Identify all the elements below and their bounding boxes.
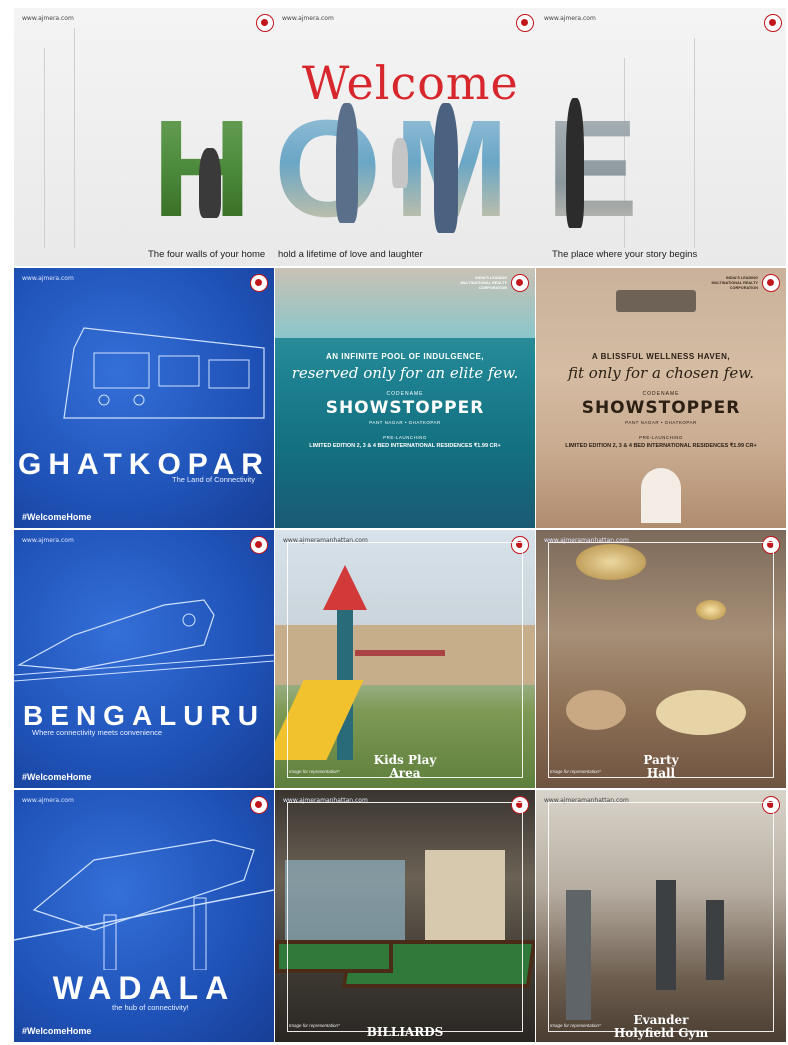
- wadala-tile: www.ajmera.com WADALA the hub of connect…: [14, 790, 274, 1042]
- corporate-tagline: INDIA'S LEADING MULTINATIONAL REALTY COR…: [711, 276, 758, 290]
- hashtag-label: #WelcomeHome: [22, 512, 92, 522]
- codename-label: CODENAME: [386, 391, 424, 397]
- woman-stretching-figure: [199, 148, 221, 218]
- monorail-sketch-icon: [14, 839, 274, 970]
- ajmera-logo-icon: [256, 14, 274, 32]
- promo-script-line: fit only for a chosen few.: [567, 364, 755, 382]
- hashtag-label: #WelcomeHome: [22, 1026, 92, 1036]
- representation-note: Image for representation*: [550, 1023, 601, 1028]
- caption-middle: hold a lifetime of love and laughter: [278, 249, 423, 260]
- city-subtitle: The Land of Connectivity: [172, 475, 255, 484]
- photo-frame: [548, 542, 774, 778]
- representation-note: Image for representation*: [289, 769, 340, 774]
- hashtag-label: #WelcomeHome: [22, 772, 92, 782]
- ajmera-logo-icon: [250, 796, 268, 814]
- representation-note: Image for representation*: [289, 1023, 340, 1028]
- corporate-tagline: INDIA'S LEADING MULTINATIONAL REALTY COR…: [460, 276, 507, 290]
- city-subtitle: the hub of connectivity!: [112, 1003, 189, 1012]
- city-title: WADALA: [52, 970, 236, 1006]
- welcome-home-banner: www.ajmera.com www.ajmera.com www.ajmera…: [14, 8, 786, 266]
- metro-train-sketch-icon: [63, 327, 265, 419]
- amenity-title: Kids Play Area: [275, 754, 535, 780]
- promo-script-line: reserved only for an elite few.: [291, 364, 519, 382]
- project-name: SHOWSTOPPER: [325, 398, 485, 418]
- project-location: PANT NAGAR • GHATKOPAR: [369, 420, 441, 425]
- pool-promo-tile: INDIA'S LEADING MULTINATIONAL REALTY COR…: [275, 268, 535, 528]
- website-url: www.ajmera.com: [22, 275, 74, 282]
- ajmera-logo-icon: [250, 274, 268, 292]
- price-line: LIMITED EDITION 2, 3 & 4 BED INTERNATION…: [309, 443, 501, 449]
- website-url: www.ajmera.com: [22, 537, 74, 544]
- prelaunch-label: PRE-LAUNCHING: [383, 435, 427, 440]
- sketch-tree-line: [44, 48, 45, 248]
- photo-frame: [287, 542, 523, 778]
- ajmera-logo-icon: [250, 536, 268, 554]
- website-url: www.ajmera.com: [22, 797, 74, 804]
- amenity-title-line2: Holyfield Gym: [613, 1026, 709, 1040]
- amenity-title: Party Hall: [536, 754, 786, 780]
- bengaluru-tile: www.ajmera.com BENGALURU Where connectiv…: [14, 530, 274, 788]
- codename-label: CODENAME: [642, 391, 680, 397]
- bullet-train-sketch-icon: [14, 599, 274, 682]
- ghatkopar-tile: www.ajmera.com GHATKOPAR The Land of Con…: [14, 268, 274, 528]
- promo-headline: A BLISSFUL WELLNESS HAVEN,: [591, 352, 731, 361]
- home-letter-o: O: [274, 92, 381, 246]
- father-figure: [336, 103, 358, 223]
- gym-tile: www.ajmeramanhattan.com Evander Holyfiel…: [536, 790, 786, 1042]
- website-url: www.ajmera.com: [22, 15, 74, 22]
- caption-left: The four walls of your home: [148, 249, 266, 260]
- city-subtitle: Where connectivity meets convenience: [32, 728, 163, 737]
- photo-frame: [287, 802, 523, 1032]
- caption-right: The place where your story begins: [552, 249, 698, 260]
- ajmera-logo-icon: [516, 14, 534, 32]
- billiards-tile: www.ajmeramanhattan.com BILLIARDS Image …: [275, 790, 535, 1042]
- child-figure: [392, 138, 408, 188]
- collage-grid: www.ajmera.com www.ajmera.com www.ajmera…: [14, 8, 786, 1042]
- website-url: www.ajmera.com: [544, 15, 596, 22]
- sketch-tree-line: [694, 38, 695, 248]
- mother-figure: [434, 103, 458, 233]
- home-letter-e: E: [546, 92, 638, 246]
- sketch-tree-line: [74, 28, 75, 248]
- promo-headline: AN INFINITE POOL OF INDULGENCE,: [325, 352, 485, 361]
- prelaunch-label: PRE-LAUNCHING: [639, 435, 683, 440]
- project-location: PANT NAGAR • GHATKOPAR: [625, 420, 697, 425]
- meditation-hands-photo: [641, 468, 681, 523]
- ajmera-logo-icon: [764, 14, 782, 32]
- website-url: www.ajmera.com: [282, 15, 334, 22]
- wellness-promo-tile: INDIA'S LEADING MULTINATIONAL REALTY COR…: [536, 268, 786, 528]
- ajmera-logo-icon: [762, 274, 780, 292]
- yoga-woman-figure: [566, 98, 584, 228]
- representation-note: Image for representation*: [550, 769, 601, 774]
- kids-play-area-tile: www.ajmeramanhattan.com Kids Play Area I…: [275, 530, 535, 788]
- yoga-mat-photo: [616, 290, 696, 312]
- project-name: SHOWSTOPPER: [581, 398, 741, 418]
- price-line: LIMITED EDITION 2, 3 & 4 BED INTERNATION…: [565, 443, 757, 449]
- ajmera-logo-icon: [511, 274, 529, 292]
- photo-frame: [548, 802, 774, 1032]
- party-hall-tile: www.ajmeramanhattan.com Party Hall Image…: [536, 530, 786, 788]
